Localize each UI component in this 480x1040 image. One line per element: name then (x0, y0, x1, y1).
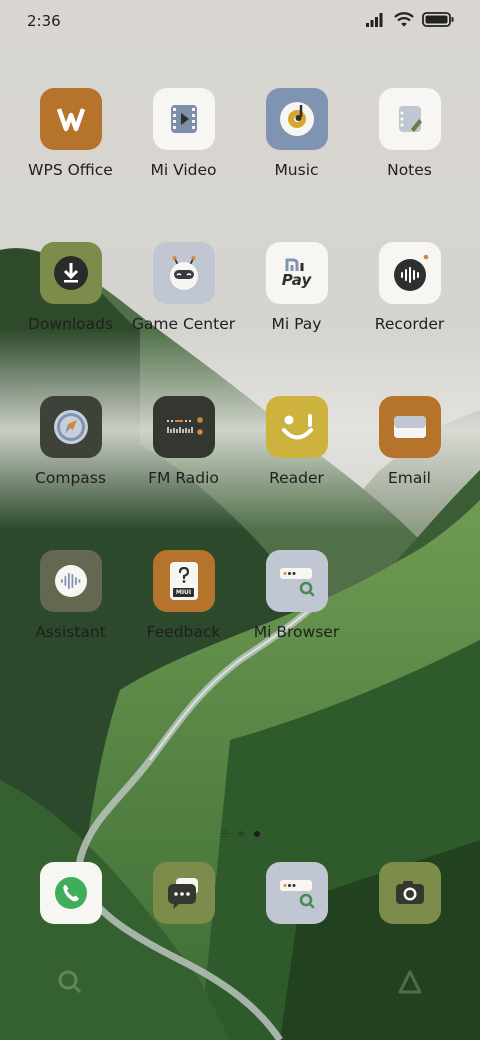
question-mark-icon (178, 567, 189, 583)
dock-phone[interactable] (14, 862, 127, 924)
wps-office-icon[interactable] (39, 88, 102, 150)
phone-icon[interactable] (39, 862, 102, 924)
page-dot-active[interactable] (254, 830, 260, 837)
app-label: Game Center (131, 315, 236, 333)
fm-radio-icon[interactable] (152, 396, 215, 458)
dock-camera[interactable] (353, 862, 466, 924)
app-reader[interactable]: Reader (240, 396, 353, 487)
app-label: Recorder (374, 315, 445, 333)
app-downloads[interactable]: Downloads (14, 242, 127, 333)
assistant-icon[interactable] (39, 550, 102, 612)
email-icon[interactable] (378, 396, 441, 458)
signal-icon (366, 12, 383, 27)
app-label: Mi Browser (253, 623, 340, 641)
mi-browser-icon[interactable] (265, 862, 328, 924)
app-label: Mi Pay (271, 315, 322, 333)
battery-icon (422, 12, 454, 27)
app-mi-video[interactable]: Mi Video (127, 88, 240, 179)
page-dot[interactable] (238, 830, 244, 837)
app-label: Reader (269, 469, 324, 487)
app-label: WPS Office (28, 161, 113, 179)
app-label: Mi Video (150, 161, 217, 179)
status-bar: 2:36 (0, 0, 480, 44)
mi-browser-icon[interactable] (265, 550, 328, 612)
assistant-shortcut-icon (398, 970, 422, 994)
app-mi-browser[interactable]: Mi Browser (240, 550, 353, 641)
app-music[interactable]: Music (240, 88, 353, 179)
dock-browser[interactable] (240, 862, 353, 924)
mi-pay-icon[interactable]: Pay (265, 242, 328, 304)
app-assistant[interactable]: Assistant (14, 550, 127, 641)
reader-icon[interactable] (265, 396, 328, 458)
app-email[interactable]: Email (353, 396, 466, 487)
mi-video-icon[interactable] (152, 88, 215, 150)
music-icon[interactable] (265, 88, 328, 150)
app-wps-office[interactable]: WPS Office (14, 88, 127, 179)
app-drawer-indicator-icon (220, 830, 228, 837)
app-recorder[interactable]: Recorder (353, 242, 466, 333)
app-fm-radio[interactable]: FM Radio (127, 396, 240, 487)
app-label: FM Radio (148, 469, 219, 487)
dock-messages[interactable] (127, 862, 240, 924)
feedback-icon[interactable]: MIUI (152, 550, 215, 612)
app-compass[interactable]: Compass (14, 396, 127, 487)
app-notes[interactable]: Notes (353, 88, 466, 179)
app-grid: WPS Office Mi Video Music Notes Download… (14, 88, 466, 641)
app-feedback[interactable]: MIUI Feedback (127, 550, 240, 641)
app-label: Email (387, 469, 431, 487)
game-center-icon[interactable] (152, 242, 215, 304)
app-label: Downloads (27, 315, 114, 333)
app-label: Compass (35, 469, 106, 487)
app-label: Assistant (35, 623, 106, 641)
downloads-icon[interactable] (39, 242, 102, 304)
status-icons (366, 12, 454, 27)
page-indicator[interactable] (0, 830, 480, 837)
app-label: Music (274, 161, 319, 179)
camera-icon[interactable] (378, 862, 441, 924)
app-label: Feedback (146, 623, 221, 641)
app-mi-pay[interactable]: Pay Mi Pay (240, 242, 353, 333)
wifi-icon (394, 12, 414, 27)
dock (14, 862, 466, 924)
compass-icon[interactable] (39, 396, 102, 458)
notes-icon[interactable] (378, 88, 441, 150)
miui-label: MIUI (172, 588, 195, 597)
app-label: Notes (387, 161, 432, 179)
search-icon (58, 970, 82, 994)
messages-icon[interactable] (152, 862, 215, 924)
status-time: 2:36 (27, 12, 61, 30)
app-game-center[interactable]: Game Center (127, 242, 240, 333)
mi-pay-text: Pay (281, 271, 312, 289)
recorder-icon[interactable] (378, 242, 441, 304)
